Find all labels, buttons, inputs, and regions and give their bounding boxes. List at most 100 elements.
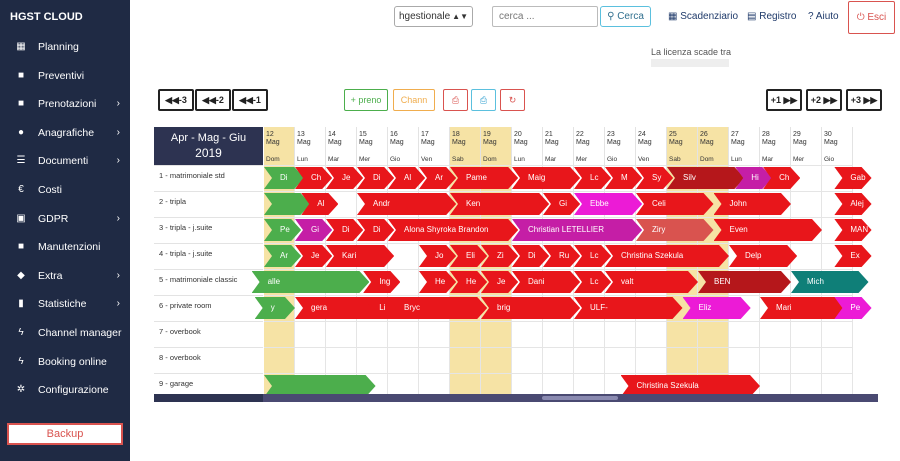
booking-bar[interactable]: Christian LETELLIER	[512, 219, 642, 241]
sidebar-item-gdpr[interactable]: ▣ GDPR ›	[0, 205, 130, 233]
calendar-scrollbar-track[interactable]	[154, 394, 878, 402]
calendar-cell[interactable]	[667, 347, 698, 373]
booking-bar[interactable]: Celi	[636, 193, 714, 215]
room-label: 2 - tripla	[154, 191, 263, 217]
print-blue-button[interactable]: ⎙	[471, 89, 496, 111]
calendar-cell[interactable]	[326, 321, 357, 347]
calendar-cell[interactable]	[419, 321, 450, 347]
calendar-cell[interactable]	[667, 321, 698, 347]
forward-1-button[interactable]: +1 ▶▶	[766, 89, 802, 111]
backup-button[interactable]: Backup	[7, 423, 123, 445]
sidebar-item-planning[interactable]: ▦ Planning	[0, 33, 130, 61]
calendar-cell[interactable]	[822, 321, 853, 347]
channel-button[interactable]: Chann	[393, 89, 435, 111]
calendar-cell[interactable]	[450, 347, 481, 373]
forward-2-button[interactable]: +2 ▶▶	[806, 89, 842, 111]
calendar-cell[interactable]	[605, 347, 636, 373]
sidebar-item-prenotazioni[interactable]: ■ Prenotazioni ›	[0, 90, 130, 118]
sidebar-item-documenti[interactable]: ☰ Documenti ›	[0, 147, 130, 175]
calendar-cell[interactable]	[264, 347, 295, 373]
calendar-cell[interactable]	[822, 347, 853, 373]
sidebar-item-manutenzioni[interactable]: ■ Manutenzioni	[0, 233, 130, 261]
booking-bar[interactable]: Delp	[729, 245, 797, 267]
booking-bar[interactable]: Mich	[791, 271, 869, 293]
property-select[interactable]: hgestionale ▲▼	[394, 6, 473, 27]
calendar-cell[interactable]	[729, 321, 760, 347]
print-red-button[interactable]: ⎙	[443, 89, 468, 111]
scadenziario-link[interactable]: ▦ Scadenziario	[668, 11, 738, 22]
back-2-button[interactable]: ◀◀-2	[195, 89, 231, 111]
logout-button[interactable]: ⏻ Esci	[848, 1, 895, 34]
booking-bar[interactable]: valt	[605, 271, 698, 293]
back-1-button[interactable]: ◀◀-1	[232, 89, 268, 111]
booking-bar[interactable]: BEN	[698, 271, 791, 293]
calendar-cell[interactable]	[357, 321, 388, 347]
booking-bar[interactable]: Ziry	[636, 219, 714, 241]
calendar-cell[interactable]	[574, 321, 605, 347]
day-number: 25	[669, 131, 677, 138]
sidebar-item-booking-online[interactable]: ϟ Booking online	[0, 348, 130, 376]
calendar-cell[interactable]	[698, 347, 729, 373]
new-booking-button[interactable]: + preno	[344, 89, 388, 111]
booking-bar[interactable]: Silv	[667, 167, 745, 189]
booking-bar[interactable]: Alona Shyroka Brandon	[388, 219, 518, 241]
sidebar-item-channel-manager[interactable]: ϟ Channel manager	[0, 319, 130, 347]
calendar-cell[interactable]	[543, 347, 574, 373]
booking-bar[interactable]: Ebbe	[574, 193, 642, 215]
booking-bar[interactable]: Ken	[450, 193, 549, 215]
search-button[interactable]: ⚲ Cerca	[600, 6, 651, 27]
booking-bar[interactable]: brig	[481, 297, 580, 319]
calendar-cell[interactable]	[574, 347, 605, 373]
sidebar-item-statistiche[interactable]: ▮ Statistiche ›	[0, 290, 130, 318]
booking-bar[interactable]: ULF-	[574, 297, 683, 319]
sidebar-item-costi[interactable]: € Costi	[0, 176, 130, 204]
calendar-cell[interactable]	[295, 321, 326, 347]
calendar-cell[interactable]	[698, 321, 729, 347]
calendar-cell[interactable]	[636, 347, 667, 373]
booking-bar[interactable]: Pame	[450, 167, 518, 189]
aiuto-link[interactable]: ? Aiuto	[808, 11, 839, 22]
sidebar-item-preventivi[interactable]: ■ Preventivi	[0, 62, 130, 90]
booking-bar[interactable]: Bryc	[388, 297, 487, 319]
refresh-button[interactable]: ↻	[500, 89, 525, 111]
booking-bar[interactable]: Eliz	[683, 297, 751, 319]
calendar-cell[interactable]	[791, 347, 822, 373]
calendar-cell[interactable]	[760, 347, 791, 373]
sidebar-item-configurazione[interactable]: ✲ Configurazione	[0, 376, 130, 404]
booking-bar[interactable]: Christina Szekula	[605, 245, 729, 267]
calendar-cell[interactable]	[791, 321, 822, 347]
calendar-cell[interactable]	[326, 347, 357, 373]
calendar-cell[interactable]	[295, 347, 326, 373]
calendar-cell[interactable]	[450, 321, 481, 347]
booking-bar[interactable]: Dani	[512, 271, 580, 293]
calendar-cell[interactable]	[481, 347, 512, 373]
search-input[interactable]: cerca ...	[492, 6, 598, 27]
calendar-scrollbar-thumb[interactable]	[542, 396, 618, 400]
calendar-cell[interactable]	[419, 347, 450, 373]
calendar-cell[interactable]	[481, 321, 512, 347]
calendar-cell[interactable]	[264, 321, 295, 347]
sidebar-item-extra[interactable]: ◆ Extra ›	[0, 262, 130, 290]
sidebar-item-anagrafiche[interactable]: ● Anagrafiche ›	[0, 119, 130, 147]
booking-bar[interactable]: alle	[252, 271, 370, 293]
booking-bar[interactable]: John	[714, 193, 792, 215]
registro-link[interactable]: ▤ Registro	[747, 11, 796, 22]
calendar-cell[interactable]	[388, 347, 419, 373]
calendar-cell[interactable]	[357, 347, 388, 373]
booking-bar[interactable]: Andr	[357, 193, 456, 215]
forward-3-button[interactable]: +3 ▶▶	[846, 89, 882, 111]
calendar-cell[interactable]	[605, 321, 636, 347]
calendar-cell[interactable]	[543, 321, 574, 347]
back-3-button[interactable]: ◀◀-3	[158, 89, 194, 111]
sidebar-item-label: Extra	[38, 269, 63, 282]
calendar-cell[interactable]	[760, 321, 791, 347]
calendar-cell[interactable]	[512, 321, 543, 347]
calendar-cell[interactable]	[388, 321, 419, 347]
booking-bar[interactable]: Maig	[512, 167, 580, 189]
calendar-cell[interactable]	[791, 191, 822, 217]
booking-bar[interactable]: Even	[714, 219, 823, 241]
booking-bar[interactable]: Kari	[326, 245, 394, 267]
calendar-cell[interactable]	[636, 321, 667, 347]
calendar-cell[interactable]	[512, 347, 543, 373]
calendar-cell[interactable]	[729, 347, 760, 373]
